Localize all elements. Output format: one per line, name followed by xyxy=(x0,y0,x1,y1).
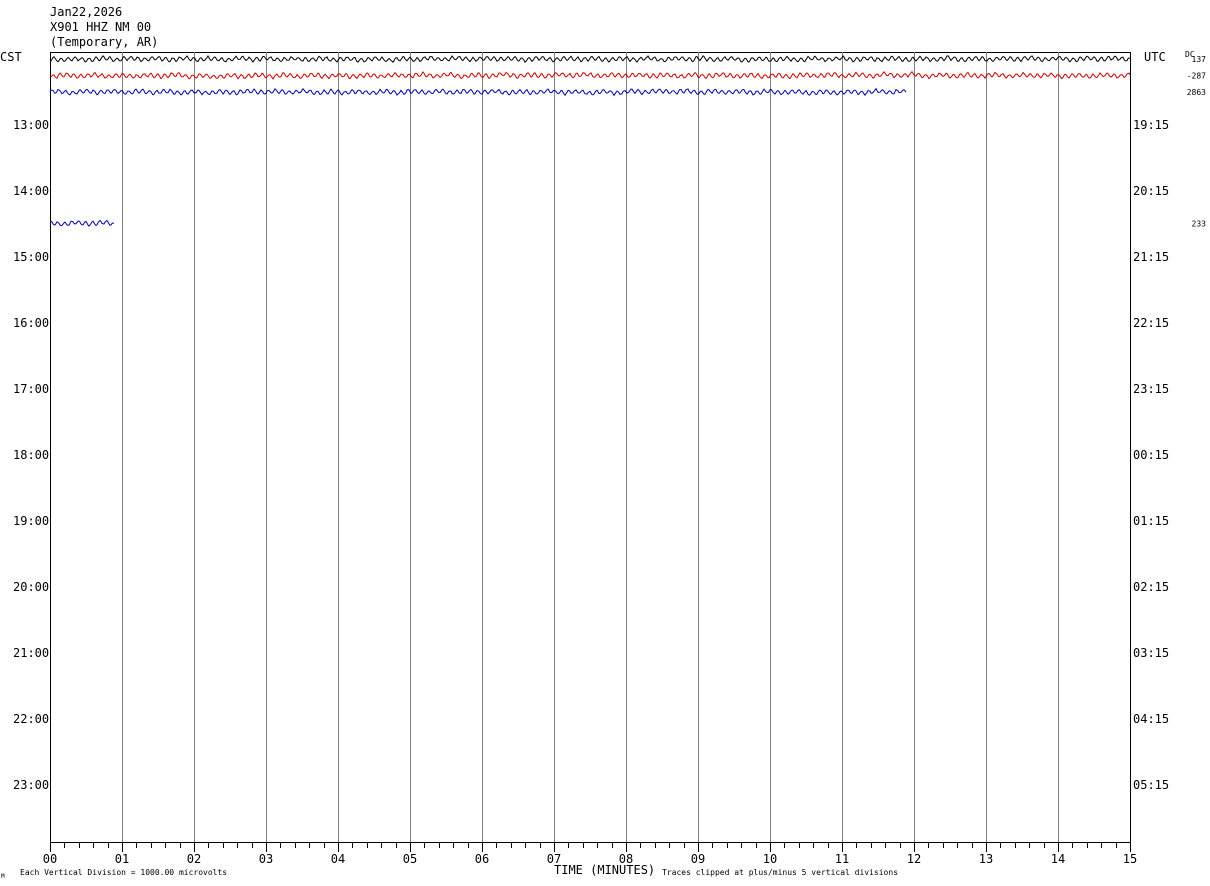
dc-value: 233 xyxy=(1192,220,1207,229)
seismic-trace xyxy=(49,55,1131,63)
seismic-trace xyxy=(49,219,115,227)
right-hour-label: 19:15 xyxy=(1133,118,1169,132)
left-hour-label: 20:00 xyxy=(13,580,49,594)
footer-clipping: Traces clipped at plus/minus 5 vertical … xyxy=(662,868,898,877)
x-tick-label: 13 xyxy=(979,852,993,866)
right-hour-label: 02:15 xyxy=(1133,580,1169,594)
dc-value: 137 xyxy=(1192,55,1207,64)
x-tick-label: 02 xyxy=(187,852,201,866)
header-location: (Temporary, AR) xyxy=(50,35,158,49)
seismic-trace xyxy=(49,87,907,97)
footer-vertical-division: Each Vertical Division = 1000.00 microvo… xyxy=(20,868,227,877)
dc-value: -287 xyxy=(1187,72,1206,81)
dc-values: 137 -287 2863 233 xyxy=(1187,55,1206,229)
helicorder-chart: Jan22,2026 X901 HHZ NM 00 (Temporary, AR… xyxy=(0,5,1206,880)
left-hour-label: 16:00 xyxy=(13,316,49,330)
x-tick-label: 00 xyxy=(43,852,57,866)
right-axis-title: UTC xyxy=(1144,50,1166,64)
left-hour-label: 14:00 xyxy=(13,184,49,198)
x-axis-label: TIME (MINUTES) xyxy=(554,863,655,877)
header-date: Jan22,2026 xyxy=(50,5,122,19)
header-station: X901 HHZ NM 00 xyxy=(50,20,151,34)
seismic-traces xyxy=(49,55,1131,227)
x-tick-label: 04 xyxy=(331,852,345,866)
x-tick-label: 09 xyxy=(691,852,705,866)
seismic-trace xyxy=(49,71,1131,80)
left-hour-labels: 13:00 14:00 15:00 16:00 17:00 18:00 19:00 20:00… xyxy=(13,118,49,792)
x-tick-label: 03 xyxy=(259,852,273,866)
left-hour-label: 23:00 xyxy=(13,778,49,792)
left-hour-label: 18:00 xyxy=(13,448,49,462)
minute-grid-lines xyxy=(122,52,1059,842)
x-tick-label: 01 xyxy=(115,852,129,866)
left-hour-label: 15:00 xyxy=(13,250,49,264)
left-hour-label: 21:00 xyxy=(13,646,49,660)
left-hour-label: 17:00 xyxy=(13,382,49,396)
right-hour-label: 01:15 xyxy=(1133,514,1169,528)
left-axis-title: CST xyxy=(0,50,22,64)
right-hour-label: 04:15 xyxy=(1133,712,1169,726)
minor-ticks xyxy=(50,842,1131,852)
right-hour-label: 03:15 xyxy=(1133,646,1169,660)
right-hour-label: 22:15 xyxy=(1133,316,1169,330)
right-hour-label: 20:15 xyxy=(1133,184,1169,198)
x-tick-label: 15 xyxy=(1123,852,1137,866)
left-hour-label: 13:00 xyxy=(13,118,49,132)
plot-frame xyxy=(50,52,1131,843)
x-tick-label: 11 xyxy=(835,852,849,866)
x-tick-label: 10 xyxy=(763,852,777,866)
x-tick-label: 06 xyxy=(475,852,489,866)
dc-value: 2863 xyxy=(1187,88,1206,97)
x-tick-label: 14 xyxy=(1051,852,1065,866)
right-hour-label: 21:15 xyxy=(1133,250,1169,264)
footer-mark: M xyxy=(1,873,5,880)
right-hour-label: 23:15 xyxy=(1133,382,1169,396)
left-hour-label: 19:00 xyxy=(13,514,49,528)
right-hour-label: 05:15 xyxy=(1133,778,1169,792)
x-tick-label: 12 xyxy=(907,852,921,866)
right-hour-label: 00:15 xyxy=(1133,448,1169,462)
x-tick-label: 05 xyxy=(403,852,417,866)
right-hour-labels: 19:15 20:15 21:15 22:15 23:15 00:15 01:15 02:15… xyxy=(1133,118,1169,792)
left-hour-label: 22:00 xyxy=(13,712,49,726)
